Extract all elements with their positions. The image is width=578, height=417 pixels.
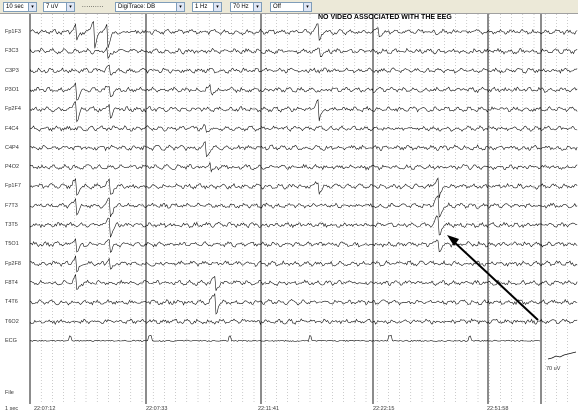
gain-select[interactable]: 7 uV ▾	[43, 2, 75, 12]
channel-label: Fp1F3	[5, 29, 21, 35]
chevron-down-icon[interactable]: ▾	[66, 3, 74, 11]
high-filter-value: 70 Hz	[233, 4, 249, 10]
channel-label: P4O2	[5, 164, 20, 171]
montage-value: DigiTrace: DB	[118, 4, 156, 10]
eeg-trace	[29, 215, 578, 238]
eeg-trace	[29, 292, 578, 315]
channel-label: ECG	[5, 337, 17, 344]
eeg-trace	[29, 177, 578, 199]
channel-label: Fp2F4	[5, 106, 21, 113]
channel-label: C3P3	[5, 67, 19, 74]
toolbar: 10 sec ▾ 7 uV ▾ .......... DigiTrace: DB…	[0, 0, 578, 14]
channel-labels: Fp1F3 F3C3 C3P3 P3O1 Fp2F4 F4C4 C4P4 P4O2 Fp1F7 F…	[0, 14, 28, 417]
timestamp: 22:22:15	[373, 406, 395, 412]
channel-label: T6O2	[5, 318, 19, 325]
channel-label: C4P4	[5, 144, 19, 151]
annotation-arrow-line	[451, 239, 539, 321]
timestamp: 22:07:12	[34, 406, 56, 412]
eeg-trace	[29, 20, 578, 49]
channel-label: Fp1F7	[5, 183, 21, 190]
timebase-value: 10 sec	[6, 4, 24, 10]
channel-label: T4T6	[5, 299, 18, 306]
eeg-trace-area	[29, 14, 578, 404]
channel-label: P3O1	[5, 86, 20, 93]
calibration-label: 70 uV	[546, 366, 561, 372]
timestamp: 22:07:33	[146, 406, 168, 412]
time-scale-label: 1 sec	[5, 406, 19, 412]
eeg-trace	[29, 162, 578, 173]
channel-label: F4C4	[5, 125, 19, 132]
eeg-trace	[29, 195, 578, 218]
channel-label: F7T3	[5, 202, 18, 209]
channel-label: F8T4	[5, 279, 18, 286]
notch-select[interactable]: Off ▾	[270, 2, 312, 12]
channel-label: T3T5	[5, 222, 18, 228]
eeg-trace	[29, 82, 578, 101]
chevron-down-icon[interactable]: ▾	[303, 3, 311, 11]
gain-value: 7 uV	[46, 4, 59, 10]
chevron-down-icon[interactable]: ▾	[213, 3, 221, 11]
eeg-trace	[29, 141, 578, 158]
timebase-select[interactable]: 10 sec ▾	[3, 2, 37, 12]
chevron-down-icon[interactable]: ▾	[28, 3, 36, 11]
eeg-trace	[29, 274, 578, 291]
eeg-trace	[29, 99, 578, 123]
high-filter-select[interactable]: 70 Hz ▾	[230, 2, 262, 12]
eeg-trace	[29, 334, 541, 342]
eeg-trace	[29, 46, 578, 60]
channel-label: F3C3	[5, 48, 19, 55]
channel-label: Fp2F8	[5, 260, 21, 267]
chevron-down-icon[interactable]: ▾	[176, 3, 184, 11]
display-mode[interactable]: ..........	[82, 3, 104, 9]
eeg-trace	[29, 123, 578, 133]
timestamp: 22:11:41	[258, 406, 280, 412]
file-label: File	[5, 390, 14, 396]
low-filter-value: 1 Hz	[195, 4, 208, 10]
montage-select[interactable]: DigiTrace: DB ▾	[115, 2, 185, 12]
low-filter-select[interactable]: 1 Hz ▾	[192, 2, 222, 12]
timestamp: 22:51:58	[487, 406, 509, 412]
notch-value: Off	[273, 4, 281, 10]
calibration-marker: 70 uV	[546, 352, 576, 380]
chevron-down-icon[interactable]: ▾	[253, 3, 261, 11]
channel-label: T5O1	[5, 241, 19, 248]
eeg-trace	[29, 255, 578, 273]
eeg-trace	[29, 64, 578, 76]
eeg-trace	[29, 238, 578, 253]
eeg-trace	[29, 318, 578, 325]
